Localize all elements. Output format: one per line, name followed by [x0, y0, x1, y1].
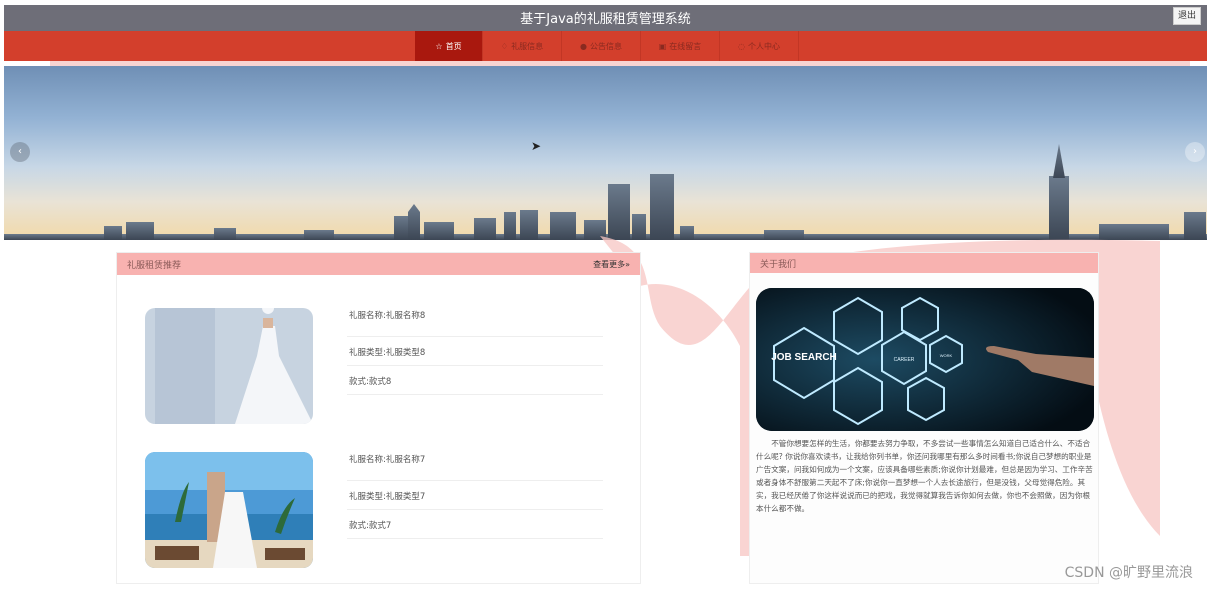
dress-name: 礼服名称:礼服名称7: [347, 452, 603, 481]
nav-label: 在线留言: [669, 41, 702, 51]
nav-label: 个人中心: [747, 41, 780, 51]
star-icon: ☆: [435, 41, 443, 51]
nav-label: 礼服信息: [511, 41, 544, 51]
user-icon: ◌: [738, 41, 745, 51]
about-image: JOB SEARCH CAREER WORK: [756, 288, 1094, 431]
bell-icon: ●: [580, 41, 587, 51]
about-text: 不管你想要怎样的生活，你都要去努力争取，不多尝试一些事情怎么知道自己适合什么、不…: [756, 439, 1093, 513]
nav-item-home[interactable]: ☆ 首页: [415, 31, 483, 61]
mouse-cursor-icon: ➤: [531, 139, 542, 153]
dress-type: 礼服类型:礼服类型7: [347, 481, 603, 510]
nav-item-dress[interactable]: ♢ 礼服信息: [483, 31, 562, 61]
dress-card[interactable]: 礼服名称:礼服名称7 礼服类型:礼服类型7 款式:款式7: [145, 452, 615, 570]
dress-photo[interactable]: [145, 308, 313, 424]
career-text: CAREER: [894, 357, 915, 363]
work-text: WORK: [940, 353, 953, 358]
nav-item-profile[interactable]: ◌ 个人中心: [720, 31, 799, 61]
city-skyline-image: [4, 144, 1207, 240]
title-bar: 基于Java的礼服租赁管理系统 退出: [4, 5, 1207, 31]
page: 基于Java的礼服租赁管理系统 退出 ☆ 首页 ♢ 礼服信息 ● 公告信息 ▣ …: [0, 0, 1209, 591]
nav-label: 公告信息: [589, 41, 622, 51]
job-search-text: JOB SEARCH: [771, 352, 837, 363]
nav-label: 首页: [445, 41, 462, 51]
chevron-left-icon[interactable]: ‹: [10, 142, 30, 162]
dress-card[interactable]: 礼服名称:礼服名称8 礼服类型:礼服类型8 款式:款式8: [145, 308, 615, 426]
dress-type: 礼服类型:礼服类型8: [347, 337, 603, 366]
shirt-icon: ♢: [500, 41, 509, 51]
recommend-panel: 礼服租赁推荐 查看更多» 礼服名称:礼服名称8 礼服类型:礼服类型8 款式:款式…: [116, 252, 641, 584]
logout-button[interactable]: 退出: [1173, 7, 1201, 25]
chevron-right-icon[interactable]: ›: [1185, 142, 1205, 162]
banner-carousel[interactable]: ‹ › ➤: [4, 66, 1207, 240]
about-header: 关于我们: [750, 253, 1098, 273]
nav-item-message[interactable]: ▣ 在线留言: [641, 31, 720, 61]
dress-info: 礼服名称:礼服名称7 礼服类型:礼服类型7 款式:款式7: [347, 452, 603, 539]
recommend-header: 礼服租赁推荐 查看更多»: [117, 253, 640, 275]
about-panel: 关于我们 JOB SEARCH CAREER WORK 不管你想要怎样的生活，你…: [749, 252, 1099, 584]
dress-style: 款式:款式8: [347, 366, 603, 395]
csdn-watermark: CSDN @旷野里流浪: [1064, 565, 1193, 581]
site-title: 基于Java的礼服租赁管理系统: [520, 12, 691, 27]
chat-icon: ▣: [658, 41, 667, 51]
dress-photo[interactable]: [145, 452, 313, 568]
dress-info: 礼服名称:礼服名称8 礼服类型:礼服类型8 款式:款式8: [347, 308, 603, 395]
about-title: 关于我们: [760, 259, 797, 270]
dress-style: 款式:款式7: [347, 510, 603, 539]
view-more-link[interactable]: 查看更多»: [593, 259, 630, 270]
recommend-title: 礼服租赁推荐: [127, 260, 182, 271]
main-nav: ☆ 首页 ♢ 礼服信息 ● 公告信息 ▣ 在线留言 ◌ 个人中心: [4, 31, 1207, 61]
dress-name: 礼服名称:礼服名称8: [347, 308, 603, 337]
nav-item-notice[interactable]: ● 公告信息: [562, 31, 641, 61]
